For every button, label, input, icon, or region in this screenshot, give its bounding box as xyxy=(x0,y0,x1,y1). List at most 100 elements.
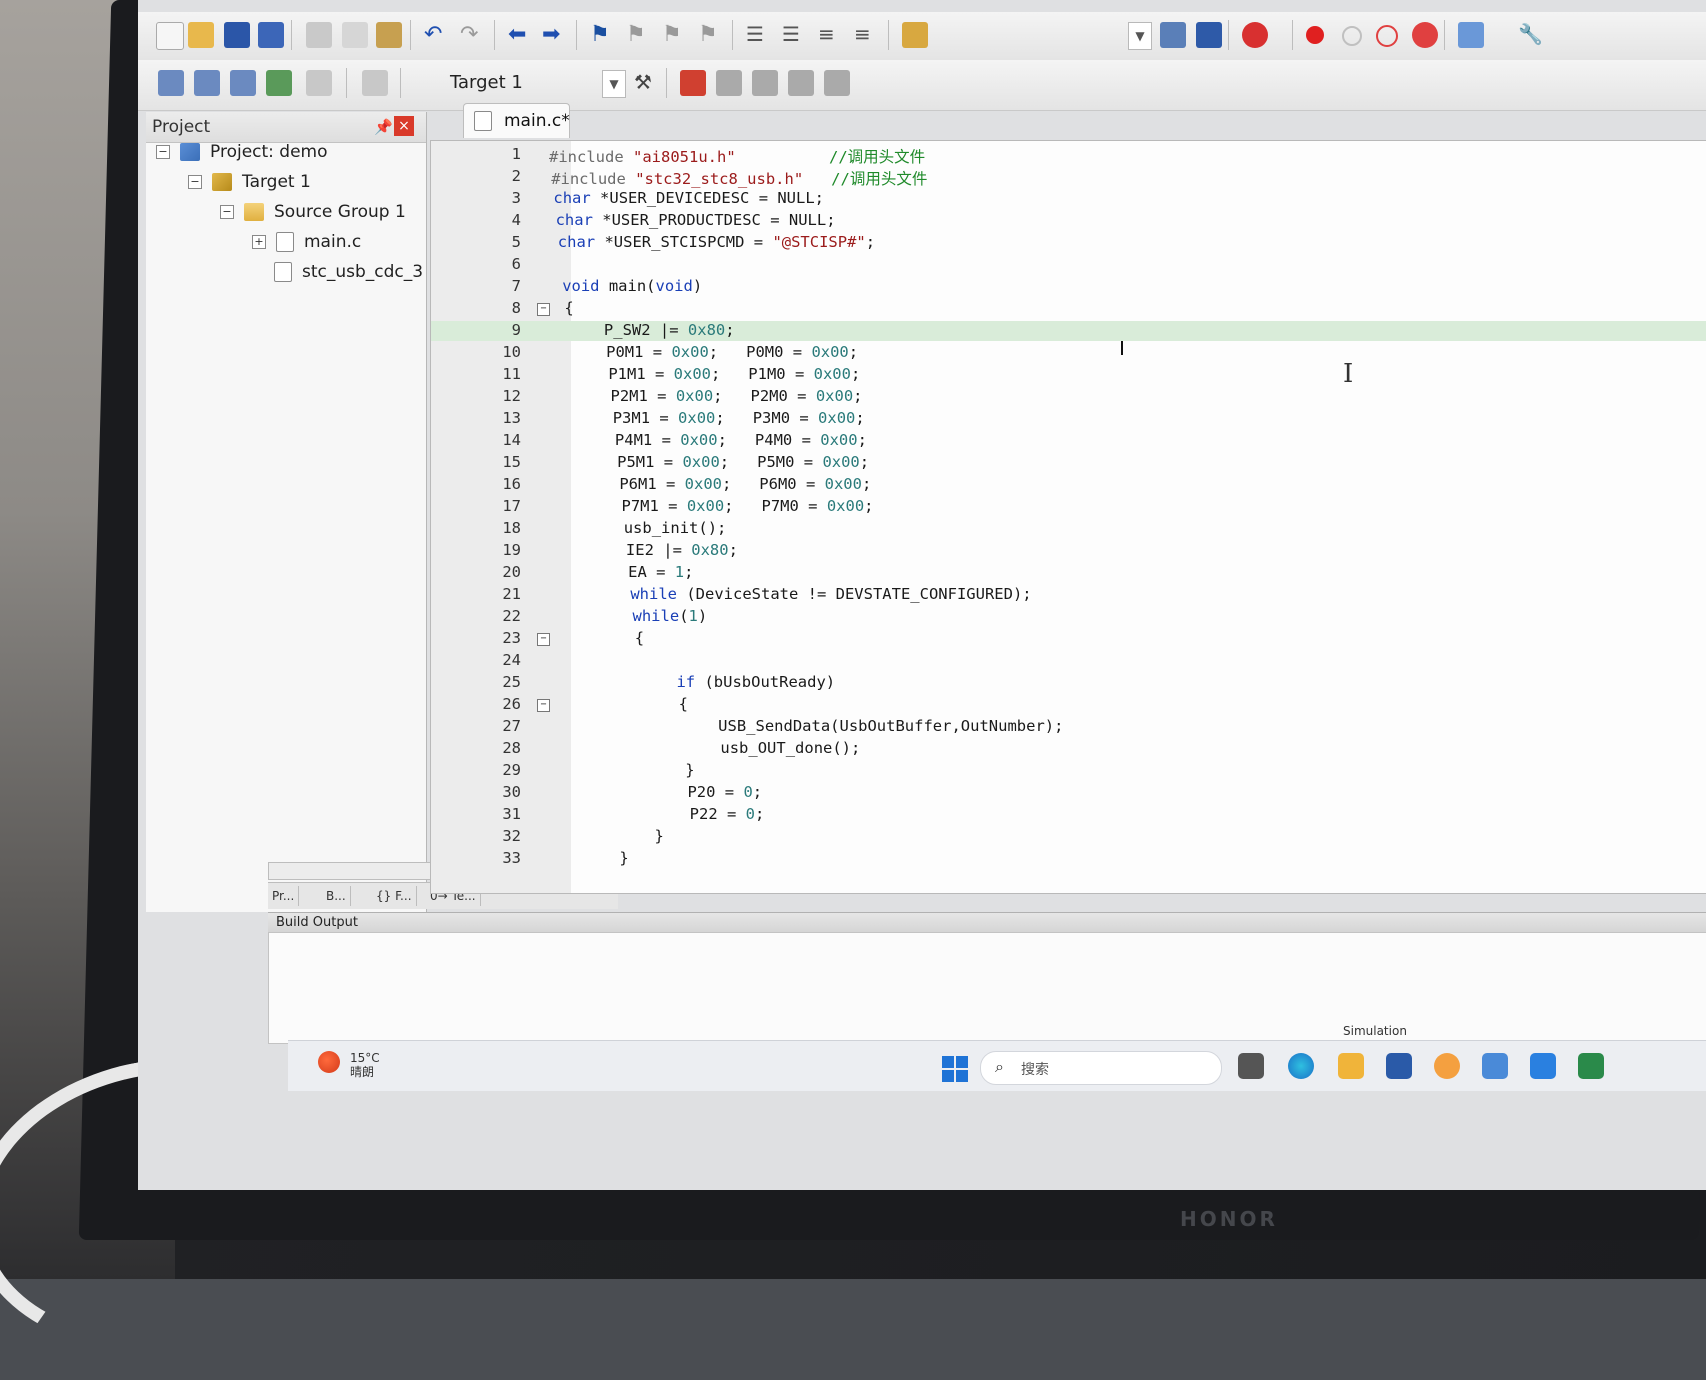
tree-item-target[interactable]: − Target 1 xyxy=(188,172,311,192)
code-line[interactable]: 11 P1M1 = 0x00; P1M0 = 0x00; xyxy=(431,365,1706,385)
code-line[interactable]: 23 − { xyxy=(431,629,1706,649)
batch-build-icon[interactable] xyxy=(266,70,292,96)
debug-session-icon[interactable] xyxy=(1242,22,1268,48)
code-line[interactable]: 21 while (DeviceState != DEVSTATE_CONFIG… xyxy=(431,585,1706,605)
prev-bookmark-icon[interactable]: ⚑ xyxy=(626,22,652,48)
indent-icon[interactable]: ☰ xyxy=(746,22,772,48)
stop-build-icon[interactable] xyxy=(306,70,332,96)
app-icon[interactable] xyxy=(1482,1053,1508,1079)
find-in-files-icon[interactable] xyxy=(902,22,928,48)
select-packs-icon[interactable] xyxy=(716,70,742,96)
expand-icon[interactable]: + xyxy=(252,235,266,249)
code-line[interactable]: 27 USB_SendData(UsbOutBuffer,OutNumber); xyxy=(431,717,1706,737)
pack-installer-icon[interactable] xyxy=(752,70,778,96)
code-line[interactable]: 17 P7M1 = 0x00; P7M0 = 0x00; xyxy=(431,497,1706,517)
save-icon[interactable] xyxy=(224,22,250,48)
code-line[interactable]: 25 if (bUsbOutReady) xyxy=(431,673,1706,693)
code-editor[interactable]: I 1 #include "ai8051u.h" //调用头文件 2 #include… xyxy=(430,140,1706,1033)
code-line[interactable]: 15 P5M1 = 0x00; P5M0 = 0x00; xyxy=(431,453,1706,473)
task-view-icon[interactable] xyxy=(1238,1053,1264,1079)
fold-toggle-icon[interactable]: − xyxy=(537,699,550,712)
tree-item-main-c[interactable]: + main.c xyxy=(252,232,361,252)
code-line[interactable]: 22 while(1) xyxy=(431,607,1706,627)
store-icon[interactable] xyxy=(1386,1053,1412,1079)
uncomment-icon[interactable]: ≡ xyxy=(854,22,880,48)
cut-icon[interactable] xyxy=(306,22,332,48)
weather-icon[interactable] xyxy=(318,1051,340,1073)
target-options-icon[interactable]: ⚒ xyxy=(634,70,660,96)
file-explorer-icon[interactable] xyxy=(1338,1053,1364,1079)
bookmark-icon[interactable]: ⚑ xyxy=(590,22,616,48)
new-file-icon[interactable] xyxy=(156,22,184,50)
code-line[interactable]: 1 #include "ai8051u.h" //调用头文件 xyxy=(431,145,1706,166)
fold-toggle-icon[interactable]: − xyxy=(537,633,550,646)
code-line[interactable]: 8 − { xyxy=(431,299,1706,319)
code-line[interactable]: 31 P22 = 0; xyxy=(431,805,1706,825)
mail-icon[interactable] xyxy=(1530,1053,1556,1079)
target-dropdown[interactable]: ▼ xyxy=(602,70,626,98)
open-file-icon[interactable] xyxy=(188,22,214,48)
code-line[interactable]: 29 } xyxy=(431,761,1706,781)
run-time-env-icon[interactable] xyxy=(788,70,814,96)
target-select-value[interactable]: Target 1 xyxy=(450,72,523,93)
translate-icon[interactable] xyxy=(158,70,184,96)
tab-functions[interactable]: {} F... xyxy=(372,886,417,906)
code-line[interactable]: 30 P20 = 0; xyxy=(431,783,1706,803)
code-line[interactable]: 33} xyxy=(431,849,1706,869)
copy-icon[interactable] xyxy=(342,22,368,48)
code-line[interactable]: 2 #include "stc32_stc8_usb.h" //调用头文件 xyxy=(431,167,1706,188)
tab-books[interactable]: B... xyxy=(322,886,351,906)
breakpoint-icon[interactable] xyxy=(1306,26,1324,44)
collapse-icon[interactable]: − xyxy=(156,145,170,159)
manage-books-icon[interactable] xyxy=(824,70,850,96)
rebuild-icon[interactable] xyxy=(230,70,256,96)
source-browser-icon[interactable] xyxy=(1196,22,1222,48)
nav-back-icon[interactable]: ⬅ xyxy=(508,22,534,48)
code-line[interactable]: 19 IE2 |= 0x80; xyxy=(431,541,1706,561)
edge-browser-icon[interactable] xyxy=(1288,1053,1314,1079)
collapse-icon[interactable]: − xyxy=(188,175,202,189)
code-line[interactable]: 5 char *USER_STCISPCMD = "@STCISP#"; xyxy=(431,233,1706,253)
windows-start-icon[interactable] xyxy=(942,1056,968,1082)
comment-icon[interactable]: ≡ xyxy=(818,22,844,48)
paste-icon[interactable] xyxy=(376,22,402,48)
clear-bookmarks-icon[interactable]: ⚑ xyxy=(698,22,724,48)
code-line[interactable]: 4 char *USER_PRODUCTDESC = NULL; xyxy=(431,211,1706,231)
code-line[interactable]: 20 EA = 1; xyxy=(431,563,1706,583)
code-line[interactable]: 3 char *USER_DEVICEDESC = NULL; xyxy=(431,189,1706,209)
tab-main-c[interactable]: main.c* xyxy=(463,103,570,138)
app-icon[interactable] xyxy=(1434,1053,1460,1079)
pin-icon[interactable]: 📌 xyxy=(374,118,393,136)
collapse-icon[interactable]: − xyxy=(220,205,234,219)
manage-components-icon[interactable] xyxy=(680,70,706,96)
code-line[interactable]: 28 usb_OUT_done(); xyxy=(431,739,1706,759)
window-layout-icon[interactable] xyxy=(1458,22,1484,48)
code-line[interactable]: 7 void main(void) xyxy=(431,277,1706,297)
tree-item-usb-lib[interactable]: stc_usb_cdc_32 xyxy=(274,262,424,282)
download-icon[interactable] xyxy=(362,70,388,96)
code-line[interactable]: 13 P3M1 = 0x00; P3M0 = 0x00; xyxy=(431,409,1706,429)
code-line[interactable]: 6 xyxy=(431,255,1706,275)
code-line[interactable]: 12 P2M1 = 0x00; P2M0 = 0x00; xyxy=(431,387,1706,407)
code-line[interactable]: 18 usb_init(); xyxy=(431,519,1706,539)
close-icon[interactable]: × xyxy=(394,116,414,136)
redo-icon[interactable]: ↷ xyxy=(460,22,486,48)
code-line[interactable]: 32 } xyxy=(431,827,1706,847)
code-line[interactable]: 9 P_SW2 |= 0x80; xyxy=(431,321,1706,341)
find-dropdown[interactable]: ▼ xyxy=(1128,22,1152,50)
configure-icon[interactable]: 🔧 xyxy=(1518,22,1544,48)
code-line[interactable]: 10 P0M1 = 0x00; P0M0 = 0x00; xyxy=(431,343,1706,363)
build-output-panel[interactable] xyxy=(268,932,1706,1044)
code-line[interactable]: 26 − { xyxy=(431,695,1706,715)
unindent-icon[interactable]: ☰ xyxy=(782,22,808,48)
disable-all-breakpoints-icon[interactable] xyxy=(1376,25,1398,47)
incremental-find-icon[interactable] xyxy=(1160,22,1186,48)
taskbar-search[interactable]: ⌕ 搜索 xyxy=(980,1051,1222,1085)
nav-forward-icon[interactable]: ➡ xyxy=(542,22,568,48)
weather-widget[interactable]: 15°C 晴朗 xyxy=(350,1051,380,1079)
code-line[interactable]: 24 xyxy=(431,651,1706,671)
save-all-icon[interactable] xyxy=(258,22,284,48)
code-line[interactable]: 14 P4M1 = 0x00; P4M0 = 0x00; xyxy=(431,431,1706,451)
keil-uvision-icon[interactable] xyxy=(1578,1053,1604,1079)
tree-item-project[interactable]: − Project: demo xyxy=(156,142,328,162)
